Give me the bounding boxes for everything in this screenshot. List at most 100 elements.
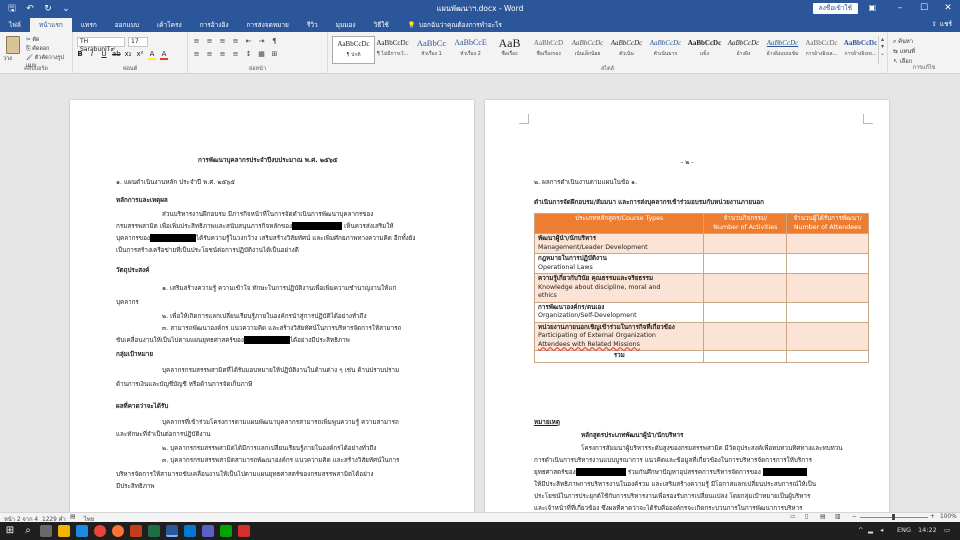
zoom-out-button[interactable]: − (852, 514, 857, 520)
cell-course[interactable]: หน่วยงานภายนอกเชิญเข้าร่วมในการกิจที่เกี… (533, 321, 705, 351)
cell-course[interactable]: การพัฒนาองค์กร/ตนเอง Organization/Self-De… (533, 301, 705, 323)
input-language[interactable]: ENG (897, 526, 911, 534)
zoom-slider-thumb[interactable] (892, 514, 895, 520)
clock[interactable]: 14:22 (918, 526, 937, 534)
highlight-button[interactable]: A (148, 50, 156, 60)
cell-attendees[interactable] (786, 233, 869, 254)
style-subtle-emphasis[interactable]: AaBbCcDc เน้นเล็กน้อย (566, 36, 609, 64)
style-heading-2[interactable]: AaBbCcE หัวเรื่อง 2 (449, 36, 492, 64)
numbering-button[interactable]: ≡ (205, 37, 214, 45)
borders-button[interactable]: ⊞ (270, 50, 279, 58)
tab-view[interactable]: มุมมอง (327, 18, 365, 32)
style-quote[interactable]: AaBbCcDc อ้างอิง (722, 36, 765, 64)
tab-home[interactable]: หน้าแรก (29, 18, 72, 32)
line-spacing-button[interactable]: ↕ (244, 50, 253, 58)
copy-button[interactable]: ⎘ คัดลอก (26, 45, 49, 53)
align-center-button[interactable]: ≡ (205, 50, 214, 58)
cell-course[interactable]: พัฒนาผู้นำ/นักบริหาร Management/Leader De… (533, 233, 705, 254)
maximize-button[interactable]: ☐ (912, 0, 936, 17)
zoom-level[interactable]: 100% (940, 514, 957, 520)
style-heading-1[interactable]: AaBbCc หัวเรื่อง 1 (410, 36, 453, 64)
shading-button[interactable]: ▦ (257, 50, 266, 58)
strikethrough-button[interactable]: ab (112, 50, 121, 60)
search-icon[interactable]: ⌕ (22, 525, 34, 537)
style-title[interactable]: AaB ชื่อเรื่อง (488, 36, 531, 64)
cell-activities[interactable] (703, 301, 788, 323)
cell-course[interactable]: กฎหมายในการปฏิบัติงาน Operational Laws (533, 253, 705, 274)
acrobat-icon[interactable] (238, 525, 250, 537)
show-marks-button[interactable]: ¶ (270, 37, 279, 45)
tray-chevron-icon[interactable]: ^ (858, 526, 863, 534)
tab-layout[interactable]: เค้าโครง (148, 18, 191, 32)
task-view-icon[interactable] (40, 525, 52, 537)
font-size-box[interactable]: 17 (128, 37, 148, 47)
cut-button[interactable]: ✂ ตัด (26, 36, 40, 44)
undo-icon[interactable]: ↶ (24, 4, 36, 14)
style-intense-quote[interactable]: AaBbCcDc อ้างอิงแบบเข้ม (761, 36, 804, 64)
paste-icon[interactable] (6, 36, 20, 54)
align-left-button[interactable]: ≡ (192, 50, 201, 58)
cell-activities[interactable] (703, 233, 788, 254)
chrome-icon[interactable] (94, 525, 106, 537)
redo-icon[interactable]: ↻ (42, 4, 54, 14)
cell-total-activities[interactable] (703, 350, 788, 363)
cell-activities[interactable] (703, 273, 788, 303)
notifications-icon[interactable]: ▭ (944, 526, 950, 534)
style-intense-reference[interactable]: AaBbCcDc การอ้างอิงเข... (839, 36, 882, 64)
network-icon[interactable]: ▂ (868, 526, 873, 534)
find-button[interactable]: ⌕ ค้นหา (893, 36, 913, 46)
multilevel-list-button[interactable]: ≡ (218, 37, 227, 45)
edge-icon[interactable] (76, 525, 88, 537)
tell-me-search[interactable]: 💡 บอกฉันว่าคุณต้องการทำอะไร (398, 18, 502, 32)
page-1[interactable]: การพัฒนาบุคลากรประจำปีงบประมาณ พ.ศ. ๒๕๖๕… (70, 100, 474, 512)
volume-icon[interactable]: ◂ (880, 526, 883, 534)
subscript-button[interactable]: x₂ (124, 50, 132, 60)
bullets-button[interactable]: ≡ (192, 37, 201, 45)
decrease-indent-button[interactable]: ⇤ (244, 37, 253, 45)
share-button[interactable]: ⇪ แชร์ (931, 18, 952, 31)
style-normal[interactable]: AaBbCcDc ¶ ปกติ (332, 36, 375, 64)
superscript-button[interactable]: x² (136, 50, 144, 60)
style-strong[interactable]: AaBbCcDc แข็ง (683, 36, 726, 64)
bold-button[interactable]: B (76, 50, 84, 60)
cell-activities[interactable] (703, 321, 788, 351)
page-2[interactable]: - ๒ - ๒. ผลการดำเนินงานตามแผนในข้อ ๑. ดำ… (485, 100, 889, 512)
align-right-button[interactable]: ≡ (218, 50, 227, 58)
cell-total-attendees[interactable] (786, 350, 869, 363)
cell-attendees[interactable] (786, 273, 869, 303)
web-layout-icon[interactable]: ▥ (835, 514, 840, 520)
teams-icon[interactable] (202, 525, 214, 537)
start-icon[interactable]: ⊞ (4, 525, 16, 537)
excel-icon[interactable] (148, 525, 160, 537)
styles-gallery-scroll[interactable]: ▴ ▾ ⌄ (878, 36, 886, 64)
tab-references[interactable]: การอ้างอิง (191, 18, 238, 32)
cell-course[interactable]: ความรู้เกี่ยวกับวินัย คุณธรรมและจริยธรรม… (533, 273, 705, 303)
increase-indent-button[interactable]: ⇥ (257, 37, 266, 45)
firefox-icon[interactable] (112, 525, 124, 537)
sign-in-button[interactable]: ลงชื่อเข้าใช้ (812, 3, 858, 14)
font-color-button[interactable]: A (160, 50, 168, 60)
paste-button[interactable]: วาง (3, 55, 12, 63)
ribbon-display-options-icon[interactable]: ▣ (868, 3, 876, 12)
style-emphasis[interactable]: AaBbCcDc ตัวเน้น (605, 36, 648, 64)
font-name-box[interactable]: TH SarabunIT๙ (77, 37, 125, 53)
minimize-button[interactable]: – (888, 0, 912, 17)
close-button[interactable]: ✕ (936, 0, 960, 17)
word-icon[interactable] (166, 525, 178, 537)
focus-mode-icon[interactable]: ▭ (790, 514, 795, 520)
italic-button[interactable]: I (88, 50, 96, 60)
file-explorer-icon[interactable] (58, 525, 70, 537)
tab-mailings[interactable]: การส่งจดหมาย (238, 18, 298, 32)
proofing-icon[interactable]: ▤ (70, 514, 75, 520)
cell-activities[interactable] (703, 253, 788, 274)
print-layout-icon[interactable]: ▤ (820, 514, 825, 520)
cell-attendees[interactable] (786, 253, 869, 274)
justify-button[interactable]: ≡ (231, 50, 240, 58)
style-subtitle[interactable]: AaBbCcD ชื่อเรื่องรอง (527, 36, 570, 64)
outlook-icon[interactable] (184, 525, 196, 537)
replace-button[interactable]: ⇆ แทนที่ (893, 46, 915, 56)
zoom-in-button[interactable]: + (930, 514, 935, 520)
cell-attendees[interactable] (786, 321, 869, 351)
read-mode-icon[interactable]: ▯ (805, 514, 808, 520)
tab-help[interactable]: วิธีใช้ (365, 18, 398, 32)
